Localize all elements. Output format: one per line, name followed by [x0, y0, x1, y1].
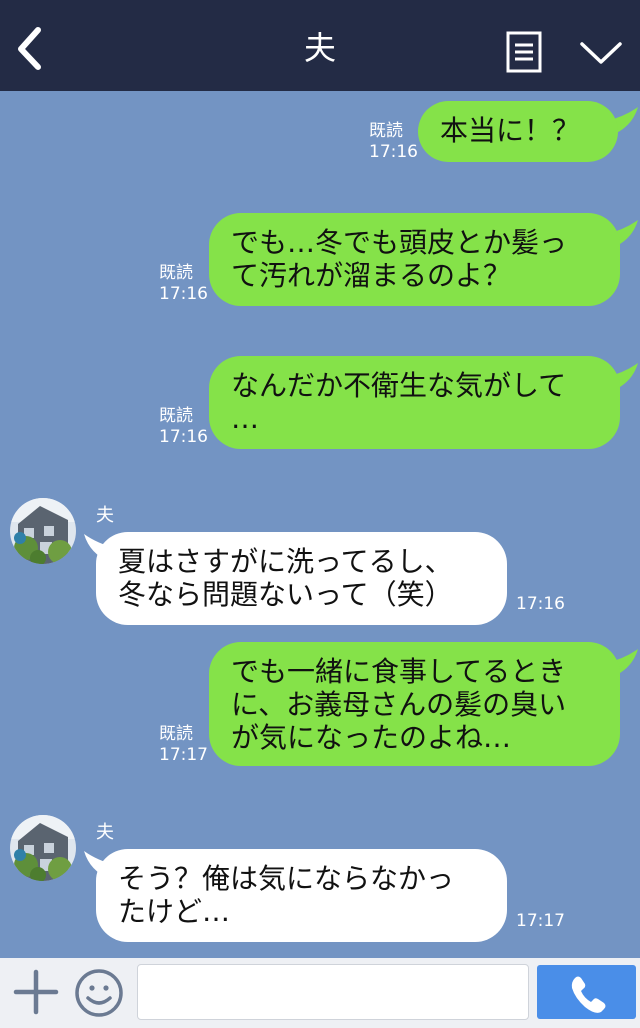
menu-button[interactable]	[506, 31, 542, 73]
message-input[interactable]	[137, 964, 529, 1020]
message-time: 17:16	[369, 142, 418, 162]
menu-list-icon	[506, 31, 542, 73]
collapse-button[interactable]	[579, 40, 623, 68]
my-message-bubble[interactable]: でも一緒に食事してるとき に、お義母さんの髪の臭い が気になったのよね…	[209, 642, 620, 766]
message-time: 17:17	[516, 911, 565, 931]
read-receipt: 既読	[159, 263, 193, 283]
message-meta: 既読 17:16	[369, 121, 418, 163]
message-time: 17:17	[159, 745, 208, 765]
house-photo-avatar-icon	[10, 498, 76, 564]
chat-area[interactable]: 既読 17:16 本当に！？ 既読 17:16 でも…冬でも頭皮とか髪っ て汚れ…	[0, 91, 640, 958]
emoji-button[interactable]	[74, 968, 124, 1018]
read-receipt: 既読	[159, 406, 193, 426]
add-button[interactable]	[12, 968, 60, 1016]
their-message-bubble[interactable]: 夏はさすがに洗ってるし、 冬なら問題ないって（笑）	[96, 532, 507, 625]
my-message-bubble[interactable]: 本当に！？	[418, 101, 618, 162]
message-meta: 既読 17:17	[159, 724, 208, 766]
read-receipt: 既読	[369, 121, 403, 141]
chat-title: 夫	[303, 29, 336, 67]
call-button[interactable]	[537, 965, 636, 1019]
sender-name: 夫	[96, 505, 114, 526]
message-time: 17:16	[516, 594, 565, 614]
chevron-down-icon	[580, 42, 622, 64]
message-meta: 既読 17:16	[159, 263, 208, 305]
message-time: 17:16	[159, 427, 208, 447]
read-receipt: 既読	[159, 724, 193, 744]
sender-name: 夫	[96, 822, 114, 843]
phone-icon	[571, 976, 606, 1013]
contact-avatar[interactable]	[10, 815, 76, 881]
smiley-icon	[75, 969, 123, 1017]
contact-avatar[interactable]	[10, 498, 76, 564]
chat-header: 夫	[0, 0, 640, 91]
house-photo-avatar-icon	[10, 815, 76, 881]
their-message-bubble[interactable]: そう？俺は気にならなかっ たけど…	[96, 849, 507, 942]
my-message-bubble[interactable]: でも…冬でも頭皮とか髪っ て汚れが溜まるのよ？	[209, 213, 620, 306]
message-meta: 既読 17:16	[159, 406, 208, 448]
my-message-bubble[interactable]: なんだか不衛生な気がして …	[209, 356, 620, 449]
plus-icon	[13, 969, 59, 1015]
message-time: 17:16	[159, 284, 208, 304]
